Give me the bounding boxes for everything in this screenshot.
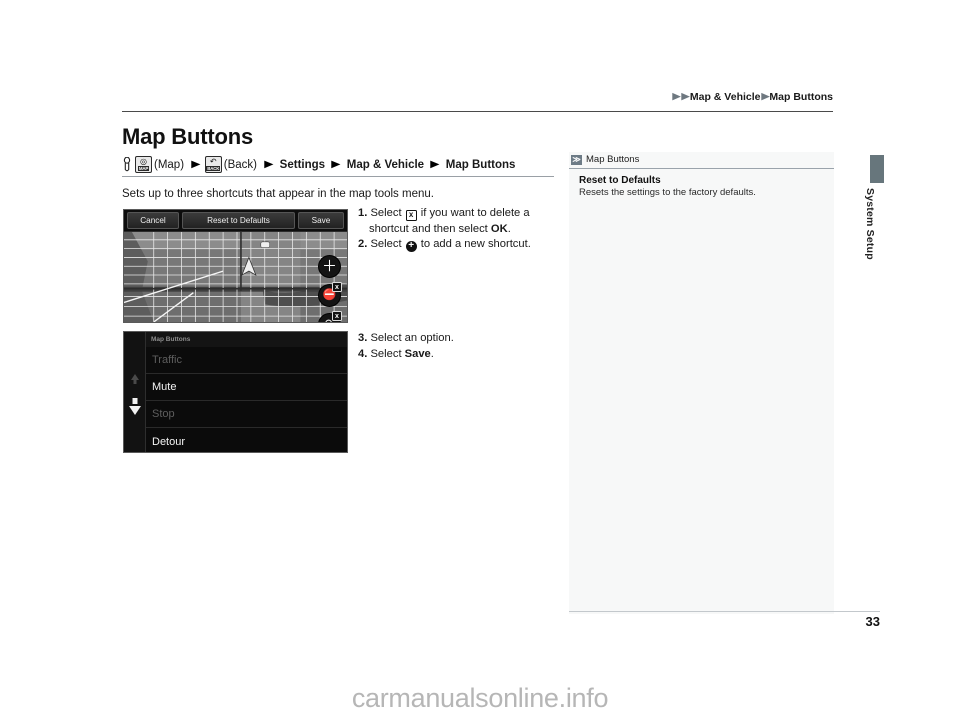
header-divider [122,111,833,112]
step-4-number: 4. [358,347,368,360]
back-button-glyph: ↶ [209,157,217,167]
step-4-end: . [430,347,434,360]
nav-arrow-icon: ▶ [264,159,274,170]
breadcrumb-item-map-vehicle: Map & Vehicle [689,91,761,103]
nav-path-divider [122,176,554,177]
map-canvas[interactable]: ＋ ⛔ x ↷ x [124,232,347,322]
step-1-number: 1. [358,207,368,219]
footer-divider [569,611,880,612]
list-scroll-rail[interactable] [124,332,146,452]
step-1-pre: Select [370,207,402,219]
step-3-number: 3. [358,332,368,344]
list-item-label: Mute [152,381,177,393]
breadcrumb-arrow-icon: ▶ [672,91,681,101]
section-tab-label: System Setup [864,188,876,260]
back-button-icon[interactable]: ↶ BACK [204,156,222,173]
step-1-cont-pre: shortcut and then select [369,222,488,235]
step-1-end: . [507,222,511,235]
add-shortcut-button[interactable]: ＋ [318,255,341,278]
nav-arrow-icon: ▶ [191,159,201,170]
step-2: 2. Select + to add a new shortcut. [358,237,558,253]
intro-paragraph: Sets up to three shortcuts that appear i… [122,188,434,200]
step-2-number: 2. [358,238,368,250]
scroll-down-arrow-stem [132,398,137,404]
step-4: 4. Select Save. [358,347,558,363]
side-note-text: Resets the settings to the factory defau… [579,187,756,198]
page-number: 33 [865,614,880,629]
scroll-up-arrow-stem [133,380,136,384]
double-chevron-icon: ≫ [571,154,582,165]
side-note-title-bar: ≫ Map Buttons [569,152,834,169]
delete-badge-icon[interactable]: x [332,282,342,292]
plus-icon: + [405,240,417,252]
list-title: Map Buttons [146,332,347,347]
reset-to-defaults-button[interactable]: Reset to Defaults [182,212,295,229]
watermark: carmanualsonline.info [351,683,609,713]
list-item-label: Stop [152,408,175,420]
map-button-label: (Map) [154,158,185,171]
step-4-pre: Select [370,347,402,360]
step-1: 1. Select x if you want to delete a shor… [358,206,558,237]
navigation-path: ◎ MAP (Map) ▶ ↶ BACK (Back) ▶ Settings ▶… [122,156,517,173]
plus-icon: ＋ [321,258,337,275]
nav-step-map-vehicle: Map & Vehicle [346,158,425,171]
step-3-text: Select an option. [370,332,454,344]
map-button-caption: MAP [137,165,150,171]
side-note-body: Reset to Defaults Resets the settings to… [569,169,834,198]
delete-badge-icon[interactable]: x [332,311,342,321]
section-tab-marker [870,155,884,183]
nav-arrow-icon: ▶ [331,159,341,170]
list-body: Map Buttons Traffic Mute Stop Detour [146,332,347,452]
save-button[interactable]: Save [298,212,344,229]
map-toolbar: Cancel Reset to Defaults Save [124,210,347,232]
scroll-down-arrow-icon[interactable] [128,406,141,415]
step-3: 3. Select an option. [358,331,558,347]
step-2-post: to add a new shortcut. [420,238,531,250]
step-4-save-label: Save [404,347,431,360]
page-title: Map Buttons [122,124,254,149]
nav-step-settings: Settings [279,158,326,171]
steps-group-b: 3. Select an option. 4. Select Save. [358,331,558,362]
list-item-label: Detour [152,435,186,448]
back-button-label: (Back) [223,158,257,171]
side-note-heading: Reset to Defaults [579,175,661,186]
list-item-mute[interactable]: Mute [146,374,347,401]
back-button-caption: BACK [206,165,221,171]
nav-step-map-buttons: Map Buttons [445,158,516,171]
map-screenshot: Cancel Reset to Defaults Save ＋ ⛔ x x [123,209,348,323]
side-note-title: Map Buttons [586,154,640,165]
step-1-mid: if you want to delete a [420,207,530,219]
shortcut-stop-button[interactable]: ⛔ x [318,282,342,307]
cancel-button[interactable]: Cancel [127,212,179,229]
delete-x-icon: x [405,209,417,221]
map-button-icon[interactable]: ◎ MAP [135,156,152,173]
list-item-label: Traffic [152,354,182,366]
breadcrumb-arrow-icon: ▶ [681,91,690,101]
map-graphic [124,232,347,322]
list-item-stop[interactable]: Stop [146,401,347,428]
step-1-ok-label: OK [490,222,508,235]
step-2-pre: Select [370,238,402,250]
side-note-panel: ≫ Map Buttons Reset to Defaults Resets t… [569,152,834,614]
list-item-detour[interactable]: Detour [146,428,347,452]
breadcrumb: ▶▶Map & Vehicle▶Map Buttons [0,91,960,103]
list-item-traffic[interactable]: Traffic [146,347,347,374]
breadcrumb-arrow-icon: ▶ [760,91,769,101]
nav-arrow-icon: ▶ [430,159,440,170]
step-1-continued: shortcut and then select OK. [358,222,558,238]
map-button-glyph: ◎ [140,157,147,167]
steps-group-a: 1. Select x if you want to delete a shor… [358,206,558,253]
finger-press-icon [122,156,132,173]
breadcrumb-item-map-buttons: Map Buttons [769,91,833,103]
map-buttons-list-screenshot: Map Buttons Traffic Mute Stop Detour [123,331,348,453]
